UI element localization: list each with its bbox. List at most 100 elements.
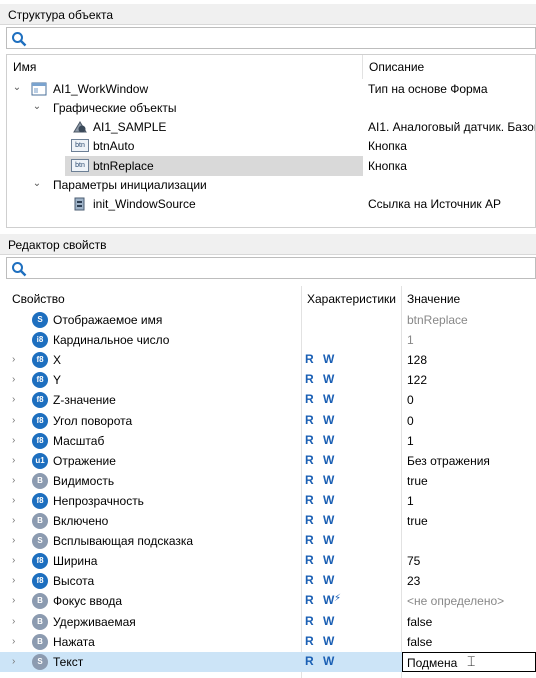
property-row[interactable]: › f8 Угол поворота R W 0 [0,411,536,431]
property-row[interactable]: i8 Кардинальное число 1 [0,330,536,350]
property-value[interactable]: btnReplace [407,313,468,327]
tree-item-init-params[interactable]: ⌄ Параметры инициализации [7,175,535,195]
structure-search-bar[interactable] [6,27,536,49]
chevron-down-icon[interactable]: ⌄ [31,178,43,190]
column-header-property[interactable]: Свойство [12,292,65,306]
property-name: Удерживаемая [53,615,136,629]
property-value[interactable]: 1 [407,434,414,448]
property-row[interactable]: › S Текст R W Подмена ⌶ [0,652,536,672]
chevron-right-icon[interactable]: › [12,455,15,466]
property-row[interactable]: › f8 Z-значение R W 0 [0,390,536,410]
property-name: Отражение [53,454,116,468]
property-value[interactable]: true [407,514,428,528]
chevron-right-icon[interactable]: › [12,535,15,546]
object-structure-tree: Имя Описание ⌄ AI1_WorkWindow Тип на осн… [6,54,536,228]
type-badge-icon: S [32,654,48,670]
property-characteristics: R W [305,473,338,487]
property-value[interactable]: false [407,635,432,649]
property-row[interactable]: S Отображаемое имя btnReplace [0,310,536,330]
type-badge-icon: i8 [32,332,48,348]
property-row[interactable]: › B Удерживаемая R W false [0,612,536,632]
tree-item-description: Кнопка [368,139,407,153]
property-value[interactable]: <не определено> [407,594,504,608]
chevron-right-icon[interactable]: › [12,636,15,647]
property-value[interactable]: 1 [407,333,414,347]
property-characteristics: R W [305,493,338,507]
column-header-description[interactable]: Описание [363,55,535,77]
tree-item-label: btnAuto [93,139,135,153]
type-badge-icon: f8 [32,573,48,589]
tree-item-workwindow[interactable]: ⌄ AI1_WorkWindow Тип на основе Форма [7,79,535,99]
column-header-name[interactable]: Имя [7,55,362,77]
tree-item-init-windowsource[interactable]: init_WindowSource Ссылка на Источник AP [7,194,535,214]
type-badge-icon: f8 [32,493,48,509]
tree-item-description: Кнопка [368,159,407,173]
tree-item-graphic-objects[interactable]: ⌄ Графические объекты [7,98,535,118]
property-value[interactable]: 0 [407,414,414,428]
column-header-characteristics[interactable]: Характеристики [307,292,396,306]
property-row[interactable]: › f8 Y R W 122 [0,370,536,390]
window-icon [31,82,47,96]
chevron-right-icon[interactable]: › [12,394,15,405]
property-value[interactable]: 128 [407,353,427,367]
chevron-right-icon[interactable]: › [12,656,15,667]
property-row[interactable]: › u1 Отражение R W Без отражения [0,451,536,471]
property-name: Всплывающая подсказка [53,534,194,548]
property-name: Z-значение [53,393,116,407]
property-value[interactable]: true [407,474,428,488]
property-row[interactable]: › f8 X R W 128 [0,350,536,370]
chevron-right-icon[interactable]: › [12,415,15,426]
chevron-right-icon[interactable]: › [12,575,15,586]
chevron-right-icon[interactable]: › [12,595,15,606]
tree-item-ai1-sample[interactable]: AI1_SAMPLE AI1. Аналоговый датчик. Базов [7,117,535,137]
property-name: X [53,353,62,367]
chevron-right-icon[interactable]: › [12,515,15,526]
properties-search-input[interactable] [33,260,523,276]
property-name: Кардинальное число [53,333,170,347]
chevron-right-icon[interactable]: › [12,374,15,385]
property-row[interactable]: › f8 Ширина R W 75 [0,551,536,571]
property-value[interactable]: 75 [407,554,420,568]
property-row[interactable]: › B Фокус ввода R W ⚡ <не определено> [0,591,536,611]
property-row[interactable]: › S Всплывающая подсказка R W [0,531,536,551]
property-value[interactable]: 1 [407,494,414,508]
chevron-right-icon[interactable]: › [12,495,15,506]
property-row[interactable]: › B Видимость R W true [0,471,536,491]
property-name: Y [53,373,62,387]
property-value[interactable]: 122 [407,373,427,387]
tree-item-btnreplace-content[interactable]: btn btnReplace Кнопка [7,156,535,176]
property-name: Непрозрачность [53,494,144,508]
tree-item-btnauto[interactable]: btn btnAuto Кнопка [7,136,535,156]
chevron-right-icon[interactable]: › [12,616,15,627]
property-row[interactable]: › B Нажата R W false [0,632,536,652]
chevron-right-icon[interactable]: › [12,435,15,446]
chevron-right-icon[interactable]: › [12,555,15,566]
tree-item-label: AI1_WorkWindow [53,82,149,96]
tree-item-description: Тип на основе Форма [368,82,488,96]
property-row[interactable]: › f8 Непрозрачность R W 1 [0,491,536,511]
property-value[interactable]: Без отражения [407,454,490,468]
chevron-down-icon[interactable]: ⌄ [11,82,23,94]
property-row[interactable]: › B Включено R W true [0,511,536,531]
structure-panel-header: Структура объекта [0,4,536,25]
tree-item-label: Параметры инициализации [53,178,207,192]
property-row[interactable]: › f8 Высота R W 23 [0,571,536,591]
chevron-down-icon[interactable]: ⌄ [31,101,43,113]
chevron-right-icon[interactable]: › [12,354,15,365]
chevron-right-icon[interactable]: › [12,475,15,486]
property-row[interactable]: › f8 Масштаб R W 1 [0,431,536,451]
structure-search-input[interactable] [33,30,523,46]
properties-search-bar[interactable] [6,257,536,279]
structure-panel-title: Структура объекта [8,8,114,22]
type-badge-icon: S [32,312,48,328]
type-badge-icon: B [32,593,48,609]
property-value[interactable]: 23 [407,574,420,588]
column-header-value[interactable]: Значение [407,292,460,306]
property-characteristics: R W [305,573,338,587]
tree-item-label: btnReplace [93,159,154,173]
property-value[interactable]: false [407,615,432,629]
property-characteristics: R W [305,593,338,607]
property-value[interactable]: 0 [407,393,414,407]
property-name: Отображаемое имя [53,313,163,327]
property-characteristics: R W [305,413,338,427]
